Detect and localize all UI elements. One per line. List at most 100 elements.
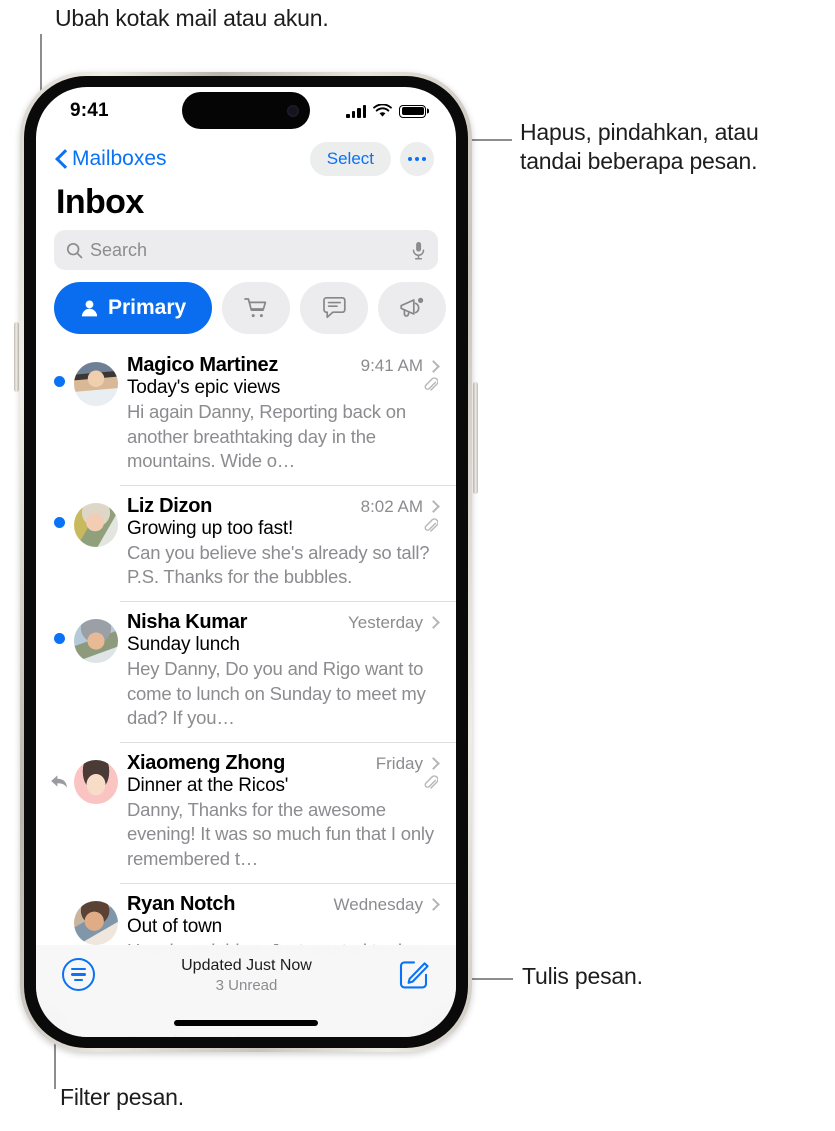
filter-line [71, 967, 86, 971]
sync-status: Updated Just Now 3 Unread [95, 957, 398, 994]
table-row[interactable]: Magico Martinez 9:41 AM Today's epic vie… [36, 344, 456, 485]
attachment-paperclip-icon [424, 775, 438, 789]
tab-primary-label: Primary [108, 296, 187, 319]
callout-filter-text: Filter pesan. [60, 1084, 184, 1110]
wifi-icon [373, 104, 392, 117]
subject: Out of town [127, 915, 222, 937]
row-meta: Wednesday [333, 894, 440, 915]
updated-label: Updated Just Now [181, 957, 312, 974]
row-header: Nisha Kumar Yesterday [127, 611, 440, 634]
chat-bubble-icon [322, 296, 346, 319]
tab-shopping[interactable] [222, 282, 291, 334]
row-header: Magico Martinez 9:41 AM [127, 354, 440, 377]
phone-bezel: 9:41 Mailboxes Select Inbox Search Prima… [24, 76, 468, 1048]
row-header: Xiaomeng Zhong Friday [127, 751, 440, 775]
ellipsis-dot [422, 157, 426, 161]
subject: Today's epic views [127, 377, 281, 398]
timestamp: 9:41 AM [360, 356, 423, 375]
row-subject-line: Sunday lunch [127, 634, 438, 656]
search-bar[interactable]: Search [54, 230, 438, 270]
microphone-icon[interactable] [411, 241, 426, 260]
phone-screen: 9:41 Mailboxes Select Inbox Search Prima… [36, 87, 456, 1037]
row-status [44, 495, 74, 590]
help-illustration: Ubah kotak mail atau akun. Hapus, pindah… [0, 0, 835, 1131]
row-content: Magico Martinez 9:41 AM Today's epic vie… [127, 354, 442, 474]
status-time: 9:41 [70, 100, 109, 121]
ellipsis-dot [408, 157, 412, 161]
iphone-frame: 9:41 Mailboxes Select Inbox Search Prima… [14, 72, 478, 1052]
chevron-right-icon[interactable] [427, 898, 440, 911]
row-subject-line: Out of town [127, 916, 438, 938]
dynamic-island [182, 92, 310, 129]
signal-bars-icon [346, 104, 366, 118]
more-options-button[interactable] [400, 142, 434, 176]
row-subject-line: Growing up too fast! [127, 518, 438, 540]
tab-primary[interactable]: Primary [54, 282, 213, 334]
row-content: Xiaomeng Zhong Friday Dinner at the Rico… [127, 752, 442, 872]
select-button[interactable]: Select [309, 142, 391, 176]
sender-name: Xiaomeng Zhong [127, 751, 286, 774]
replied-arrow-icon [50, 775, 67, 788]
preview-text: Hey Danny, Do you and Rigo want to come … [127, 657, 426, 729]
row-content: Nisha Kumar Yesterday Sunday lunch Hey D… [127, 611, 442, 731]
preview-text: Can you believe she's already so tall? P… [127, 541, 430, 588]
message-list[interactable]: Magico Martinez 9:41 AM Today's epic vie… [36, 344, 456, 1037]
tab-transactions[interactable] [300, 282, 369, 334]
row-subject-line: Today's epic views [127, 377, 438, 399]
row-content: Liz Dizon 8:02 AM Growing up too fast! C… [127, 495, 442, 590]
table-row[interactable]: Nisha Kumar Yesterday Sunday lunch Hey D… [36, 600, 456, 742]
subject: Sunday lunch [127, 633, 240, 655]
compose-button[interactable] [398, 958, 430, 990]
navigation-bar: Mailboxes Select [36, 135, 456, 179]
person-icon [81, 300, 98, 316]
status-indicators [346, 104, 426, 118]
row-meta: 9:41 AM [360, 356, 440, 376]
table-row[interactable]: Xiaomeng Zhong Friday Dinner at the Rico… [36, 741, 456, 883]
chevron-right-icon[interactable] [427, 500, 440, 514]
volume-button[interactable] [14, 322, 19, 392]
timestamp: Wednesday [333, 894, 423, 914]
magnifier-icon [66, 242, 83, 258]
unread-dot-icon [53, 516, 65, 528]
bottom-toolbar: Updated Just Now 3 Unread [36, 945, 456, 1037]
avatar [74, 618, 118, 663]
preview-text: Hi again Danny, Reporting back on anothe… [127, 401, 406, 472]
attachment-paperclip-icon [424, 518, 438, 532]
timestamp: Friday [375, 753, 423, 773]
avatar [74, 502, 118, 547]
callout-mailbox-text: Ubah kotak mail atau akun. [55, 5, 329, 31]
table-row[interactable]: Liz Dizon 8:02 AM Growing up too fast! C… [36, 484, 456, 601]
battery-full-icon [399, 104, 426, 118]
attachment-paperclip-icon [424, 377, 438, 391]
row-meta: Friday [375, 753, 440, 774]
mailboxes-back-button[interactable]: Mailboxes [56, 147, 167, 171]
search-input[interactable]: Search [90, 240, 411, 261]
avatar [74, 362, 118, 406]
unread-dot-icon [53, 376, 65, 387]
row-status [44, 752, 74, 872]
category-filter-tabs: Primary [36, 282, 456, 344]
side-power-button[interactable] [473, 382, 478, 494]
subject: Growing up too fast! [127, 517, 294, 539]
avatar [74, 900, 118, 945]
preview-text: Danny, Thanks for the awesome evening! I… [127, 798, 434, 869]
chevron-right-icon[interactable] [427, 757, 440, 771]
sender-name: Magico Martinez [127, 354, 279, 376]
timestamp: Yesterday [348, 612, 423, 632]
chevron-right-icon[interactable] [427, 359, 440, 373]
tab-promotions[interactable] [378, 282, 447, 334]
front-camera-icon [287, 104, 299, 117]
callout-compose-text: Tulis pesan. [522, 963, 643, 989]
nav-actions: Select [309, 142, 434, 176]
ellipsis-dot [415, 157, 419, 161]
unread-count-label: 3 Unread [215, 977, 278, 994]
chevron-right-icon[interactable] [427, 616, 440, 630]
shopping-cart-icon [244, 298, 267, 318]
row-header: Liz Dizon 8:02 AM [127, 495, 440, 518]
subject: Dinner at the Ricos' [127, 774, 289, 796]
filter-line [74, 978, 83, 982]
home-indicator[interactable] [174, 1020, 318, 1026]
filter-line [71, 973, 86, 976]
row-meta: Yesterday [348, 612, 440, 633]
filter-button[interactable] [62, 958, 95, 991]
